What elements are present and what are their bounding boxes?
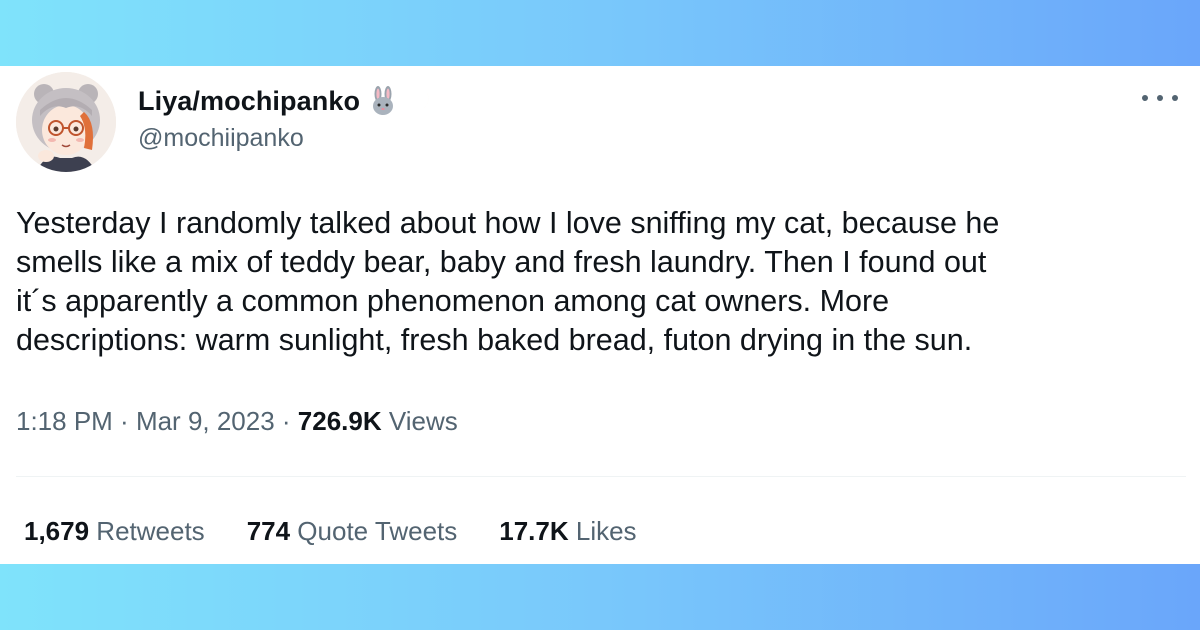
meta-separator: ·	[112, 406, 136, 436]
retweets-stat[interactable]: 1,679 Retweets	[24, 516, 205, 547]
tweet-text: Yesterday I randomly talked about how I …	[16, 204, 1186, 360]
views-label: Views	[381, 406, 458, 436]
engagement-stats: 1,679 Retweets 774 Quote Tweets 17.7K Li…	[24, 516, 679, 547]
author-name-row: Liya/mochipanko	[138, 84, 434, 118]
tweet-time[interactable]: 1:18 PM	[16, 406, 113, 436]
divider	[16, 476, 1186, 477]
meta-separator: ·	[274, 406, 298, 436]
tweet-meta: 1:18 PM · Mar 9, 2023 · 726.9K Views	[16, 406, 458, 437]
avatar[interactable]	[16, 72, 116, 172]
likes-stat[interactable]: 17.7K Likes	[499, 516, 636, 547]
avatar-image	[16, 72, 116, 172]
retweets-count: 1,679	[24, 516, 90, 546]
quote-tweets-count: 774	[246, 516, 291, 546]
crescent-moon-icon	[404, 86, 434, 116]
tweet-card: Liya/mochipanko @mochiipanko Yesterday I…	[0, 66, 1200, 564]
tweet-text-line: Yesterday I randomly talked about how I …	[16, 206, 1000, 240]
likes-label: Likes	[568, 516, 637, 546]
author-display-name[interactable]: Liya/mochipanko	[138, 86, 360, 117]
quote-tweets-stat[interactable]: 774 Quote Tweets	[247, 516, 458, 547]
tweet-text-line: smells like a mix of teddy bear, baby an…	[16, 245, 987, 279]
more-options-icon[interactable]	[1142, 88, 1178, 108]
tweet-text-line: descriptions: warm sunlight, fresh baked…	[16, 323, 973, 357]
retweets-label: Retweets	[89, 516, 205, 546]
quote-tweets-label: Quote Tweets	[290, 516, 458, 546]
tweet-date[interactable]: Mar 9, 2023	[136, 406, 275, 436]
views-count: 726.9K	[297, 406, 382, 436]
tweet-text-line: it´s apparently a common phenomenon amon…	[16, 284, 890, 318]
likes-count: 17.7K	[499, 516, 569, 546]
author-handle[interactable]: @mochiipanko	[138, 124, 304, 153]
rabbit-face-icon	[368, 86, 398, 116]
